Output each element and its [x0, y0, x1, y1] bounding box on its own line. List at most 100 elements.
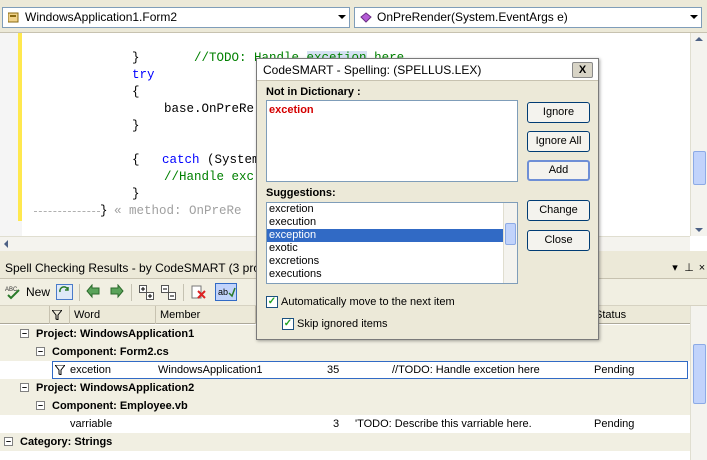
code-line: } — [132, 51, 140, 65]
list-item[interactable]: executions — [267, 268, 503, 281]
group-row[interactable]: – Component: Employee.vb — [0, 397, 690, 415]
list-item[interactable]: excretions — [267, 255, 503, 268]
scroll-left-icon[interactable] — [4, 240, 8, 248]
scroll-thumb[interactable] — [693, 151, 706, 185]
clear-icon[interactable] — [190, 284, 207, 300]
scroll-thumb[interactable] — [505, 223, 516, 245]
suggestions-label: Suggestions: — [266, 187, 336, 199]
suggestions-scrollbar[interactable] — [503, 203, 517, 283]
toolbar-separator — [79, 284, 80, 301]
code-line: base.OnPreRe — [164, 102, 255, 116]
line-cell: 35 — [327, 364, 340, 376]
close-button[interactable]: X — [572, 62, 593, 78]
close-dialog-button[interactable]: Close — [527, 230, 590, 251]
ignore-button[interactable]: Ignore — [527, 102, 590, 123]
status-cell: Pending — [594, 364, 635, 376]
refresh-icon[interactable] — [56, 284, 73, 300]
chevron-down-icon[interactable] — [338, 15, 346, 19]
results-vertical-scrollbar[interactable] — [690, 306, 707, 460]
suggestions-list[interactable]: excretion execution exception exotic exc… — [266, 202, 518, 284]
collapse-all-icon[interactable] — [160, 284, 177, 300]
region-connector-line — [34, 211, 100, 212]
dropdown-icon[interactable]: ▾ — [669, 262, 681, 274]
not-in-dictionary-field[interactable]: excetion — [266, 100, 518, 182]
dialog-title-bar: CodeSMART - Spelling: (SPELLUS.LEX) — [257, 59, 598, 81]
scroll-thumb[interactable] — [693, 344, 706, 404]
context-cell: //TODO: Handle excetion here — [392, 364, 540, 376]
skip-ignored-checkbox[interactable]: ✓ — [282, 318, 294, 330]
collapse-icon[interactable]: – — [36, 347, 45, 356]
skip-ignored-label: Skip ignored items — [297, 318, 388, 330]
method-selector-value: OnPreRender(System.EventArgs e) — [377, 10, 568, 24]
status-cell: Pending — [594, 418, 635, 430]
code-line: { — [132, 153, 140, 167]
changed-lines-marker — [18, 33, 22, 221]
column-header-word[interactable]: Word — [70, 306, 156, 324]
code-line: { — [132, 85, 140, 99]
add-button[interactable]: Add — [527, 160, 590, 181]
group-row[interactable]: – Project: WindowsApplication2 — [0, 379, 690, 397]
not-in-dictionary-label: Not in Dictionary : — [266, 86, 361, 98]
method-selector-combo[interactable]: OnPreRender(System.EventArgs e) — [354, 7, 702, 28]
collapsed-region[interactable]: « method: OnPreRe — [114, 203, 242, 220]
toolbar-separator — [183, 284, 184, 301]
editor-vertical-scrollbar[interactable] — [690, 33, 707, 236]
spelling-dialog: CodeSMART - Spelling: (SPELLUS.LEX) X No… — [256, 58, 599, 340]
toolbar-separator — [131, 284, 132, 301]
chevron-down-icon[interactable] — [690, 15, 698, 19]
ignore-all-button[interactable]: Ignore All — [527, 131, 590, 152]
list-item[interactable]: excretion — [267, 203, 503, 216]
context-cell: 'TODO: Describe this varriable here. — [355, 418, 532, 430]
dialog-title: CodeSMART - Spelling: (SPELLUS.LEX) — [263, 63, 482, 77]
group-row[interactable]: – Category: Strings — [0, 433, 690, 451]
collapse-icon[interactable]: – — [36, 401, 45, 410]
row-selection-outline — [52, 361, 688, 379]
code-keyword: try — [132, 68, 155, 82]
svg-text:ab: ab — [218, 287, 228, 297]
column-header-filter[interactable] — [0, 306, 62, 324]
class-selector-value: WindowsApplication1.Form2 — [25, 10, 178, 24]
member-cell: WindowsApplication1 — [158, 364, 263, 376]
code-keyword: catch — [162, 153, 200, 167]
next-icon[interactable] — [108, 284, 125, 300]
table-row[interactable]: varriable 3 'TODO: Describe this varriab… — [0, 415, 690, 433]
expand-all-icon[interactable] — [138, 284, 155, 300]
column-header-member[interactable]: Member — [156, 306, 256, 324]
new-button[interactable]: New — [26, 283, 50, 302]
group-label: Category: Strings — [20, 436, 113, 448]
group-row[interactable]: – Component: Form2.cs — [0, 343, 690, 361]
line-cell: 3 — [333, 418, 340, 430]
group-label: Project: WindowsApplication1 — [36, 328, 195, 340]
spellcheck-icon: ABC — [5, 287, 20, 300]
word-cell: varriable — [70, 418, 113, 430]
code-navigation-bar: WindowsApplication1.Form2 OnPreRender(Sy… — [0, 0, 707, 33]
change-button[interactable]: Change — [527, 200, 590, 221]
spell-options-icon[interactable]: ab — [215, 283, 237, 301]
scroll-down-icon[interactable] — [695, 228, 703, 232]
list-item[interactable]: exotic — [267, 242, 503, 255]
auto-move-checkbox[interactable]: ✓ — [266, 296, 278, 308]
table-row[interactable]: excetion WindowsApplication1 35 //TODO: … — [0, 361, 690, 379]
list-item[interactable]: execution — [267, 216, 503, 229]
scroll-up-icon[interactable] — [695, 37, 703, 41]
word-cell: excetion — [70, 364, 111, 376]
collapse-icon[interactable]: – — [20, 329, 29, 338]
close-icon[interactable]: × — [696, 262, 707, 274]
column-header-spacer — [50, 306, 70, 324]
list-item-selected[interactable]: exception — [267, 229, 503, 242]
pin-icon[interactable]: ⊥ — [683, 262, 695, 274]
code-line: } — [132, 187, 140, 201]
collapse-icon[interactable]: – — [4, 437, 13, 446]
code-line: } — [100, 204, 108, 218]
panel-title-text: Spell Checking Results - by CodeSMART (3… — [5, 261, 267, 275]
class-icon — [8, 12, 19, 23]
group-label: Project: WindowsApplication2 — [36, 382, 195, 394]
column-header-status[interactable]: Status — [591, 306, 690, 324]
auto-move-label: Automatically move to the next item — [281, 296, 455, 308]
code-comment: //Handle exc — [164, 170, 255, 184]
filter-icon — [55, 365, 65, 375]
collapse-icon[interactable]: – — [20, 383, 29, 392]
previous-icon[interactable] — [86, 284, 103, 300]
class-selector-combo[interactable]: WindowsApplication1.Form2 — [2, 7, 350, 28]
method-icon — [360, 12, 372, 23]
